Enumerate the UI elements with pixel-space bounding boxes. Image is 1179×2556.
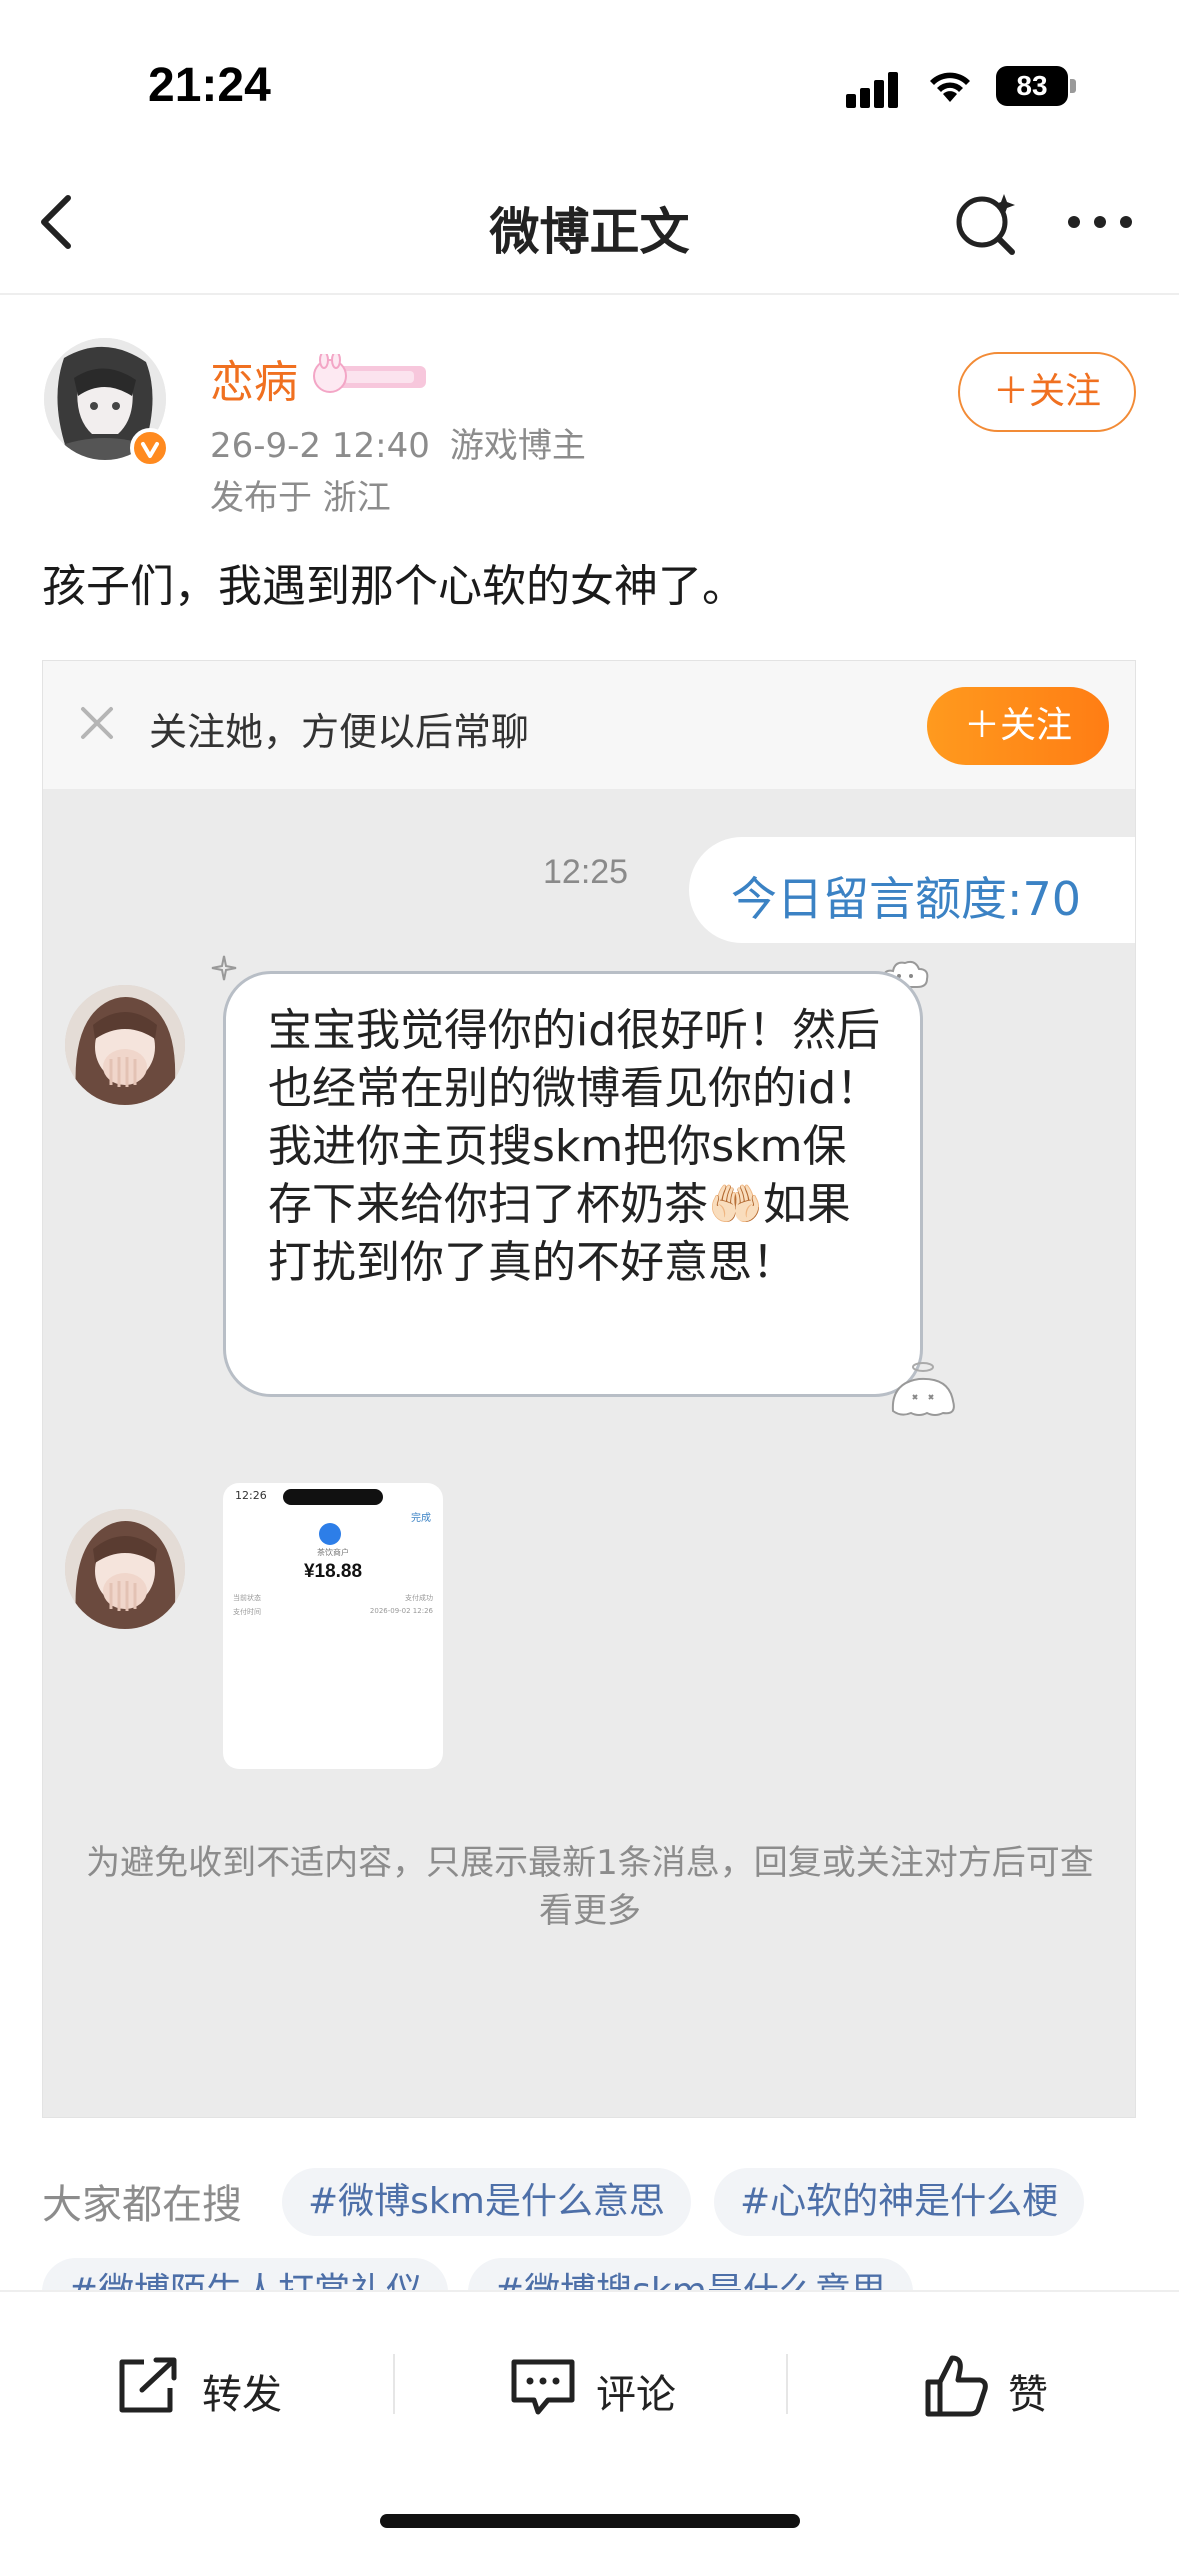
- wifi-icon: [930, 72, 970, 102]
- like-button[interactable]: 赞: [922, 2350, 1062, 2426]
- hot-search: 大家都在搜 #微博skm是什么意思 #心软的神是什么梗 #微博陌生人打赏礼仪 #…: [42, 2150, 1179, 2290]
- hot-search-tag[interactable]: #微博陌生人打赏礼仪: [42, 2258, 449, 2290]
- hot-search-tag[interactable]: #微博skm是什么意思: [282, 2168, 691, 2236]
- author-name[interactable]: 恋病: [210, 346, 298, 410]
- receipt-done: 完成: [411, 1513, 431, 1524]
- search-icon[interactable]: [952, 190, 1022, 260]
- comment-button[interactable]: 评论: [508, 2350, 688, 2426]
- receipt-row-value: 支付成功: [405, 1594, 433, 1602]
- post-meta: 26-9-2 12:40 游戏博主: [210, 418, 586, 467]
- sender-avatar: [65, 985, 185, 1105]
- follow-banner: 关注她，方便以后常聊 ＋关注: [43, 661, 1135, 789]
- dynamic-island: [283, 1489, 383, 1505]
- cellular-signal-icon: [846, 68, 906, 108]
- quota-text: 今日留言额度:70: [731, 872, 1082, 926]
- hot-search-tag[interactable]: #微博搜skm是什么意思: [468, 2258, 913, 2290]
- status-bar: 21:24 83: [0, 0, 1179, 150]
- receipt-merchant: 茶饮商户: [317, 1548, 349, 1557]
- receipt-row: 当前状态 支付成功: [233, 1593, 433, 1603]
- receipt-amount: ¥18.88: [303, 1561, 363, 1582]
- ghost-sticker-icon: [891, 1362, 955, 1416]
- more-options-icon[interactable]: [1066, 216, 1136, 236]
- like-icon: [925, 2355, 988, 2417]
- banner-text: 关注她，方便以后常聊: [149, 710, 530, 754]
- home-indicator: [380, 2514, 800, 2528]
- nav-bar: 微博正文: [0, 150, 1179, 295]
- battery-level: 83: [996, 66, 1068, 106]
- verified-badge-icon: [130, 428, 170, 468]
- hot-search-label: 大家都在搜: [42, 2182, 242, 2228]
- sparkle-icon: [211, 955, 237, 981]
- forward-label: 转发: [202, 2372, 282, 2418]
- banner-follow-button: ＋关注: [927, 687, 1109, 765]
- comment-icon: [511, 2359, 575, 2415]
- receipt-row: 支付时间 2026-09-02 12:26: [233, 1607, 433, 1617]
- message-text: 宝宝我觉得你的id很好听！然后也经常在别的微博看见你的id！我进你主页搜skm把…: [268, 1005, 881, 1288]
- chat-time: 12:25: [543, 853, 629, 891]
- member-badge-icon: [313, 354, 426, 393]
- comment-label: 评论: [596, 2372, 676, 2418]
- forward-button[interactable]: 转发: [114, 2350, 294, 2426]
- follow-button[interactable]: ＋关注: [958, 352, 1136, 432]
- forward-icon: [119, 2357, 177, 2413]
- receipt-row-label: 支付时间: [233, 1608, 261, 1616]
- chat-disclaimer: 为避免收到不适内容，只展示最新1条消息，回复或关注对方后可查看更多: [86, 1843, 1094, 1931]
- author-type: 游戏博主: [449, 426, 586, 466]
- payment-screenshot: 12:26 完成 茶饮商户 ¥18.88 当前状态 支付成功 支付时间 2026…: [223, 1483, 443, 1769]
- receipt-time: 12:26: [235, 1489, 267, 1502]
- divider: [393, 2354, 395, 2414]
- sender-avatar: [65, 1509, 185, 1629]
- post-image[interactable]: 关注她，方便以后常聊 ＋关注 12:25 今日留言额度:70 宝宝我觉得你的id…: [42, 660, 1136, 2118]
- post-location: 发布于 浙江: [210, 478, 391, 518]
- post-date: 26-9-2 12:40: [210, 426, 430, 466]
- quota-bubble: 今日留言额度:70: [689, 837, 1135, 943]
- divider: [786, 2354, 788, 2414]
- status-time: 21:24: [148, 59, 271, 112]
- close-icon: [81, 707, 113, 739]
- post-text: 孩子们，我遇到那个心软的女神了。: [42, 561, 746, 612]
- like-label: 赞: [1008, 2372, 1048, 2418]
- receipt-row-value: 2026-09-02 12:26: [369, 1607, 433, 1615]
- receipt-row-label: 当前状态: [233, 1594, 261, 1602]
- hot-search-tag[interactable]: #心软的神是什么梗: [714, 2168, 1085, 2236]
- message-bubble: 宝宝我觉得你的id很好听！然后也经常在别的微博看见你的id！我进你主页搜skm把…: [223, 971, 923, 1397]
- battery-icon: 83: [996, 66, 1076, 106]
- payment-logo-icon: [319, 1523, 341, 1545]
